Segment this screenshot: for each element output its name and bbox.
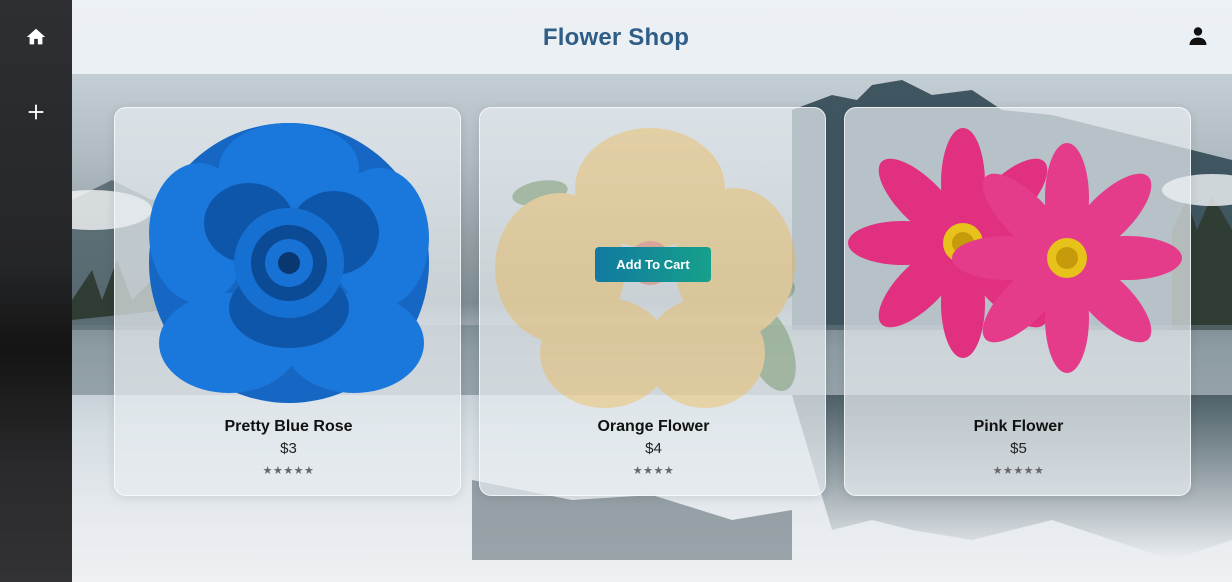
product-rating: ★★★★ (632, 464, 675, 477)
product-price: $3 (280, 440, 297, 457)
product-card[interactable]: Pink Flower $5 ★★★★★ (844, 107, 1191, 496)
product-name: Pink Flower (973, 418, 1064, 435)
product-rating: ★★★★★ (992, 464, 1045, 477)
header: Flower Shop (72, 0, 1232, 74)
product-name: Pretty Blue Rose (224, 418, 353, 435)
sidebar (0, 0, 72, 582)
pink-flower-image (848, 128, 1182, 373)
product-price: $5 (1010, 440, 1027, 457)
profile-button[interactable] (1186, 24, 1210, 48)
add-to-cart-button[interactable]: Add To Cart (595, 247, 711, 282)
page-title: Flower Shop (542, 24, 690, 51)
blue-rose-image (149, 123, 429, 403)
product-card[interactable]: Pretty Blue Rose $3 ★★★★★ (114, 107, 461, 496)
home-button[interactable] (18, 19, 54, 55)
product-price: $4 (645, 440, 662, 457)
product-card[interactable]: Add To Cart Orange Flower $4 ★★★★ (479, 107, 826, 496)
add-button[interactable] (18, 94, 54, 130)
person-icon (1189, 27, 1207, 45)
product-name: Orange Flower (597, 418, 710, 435)
product-rating: ★★★★★ (262, 464, 315, 477)
home-icon (26, 28, 46, 45)
plus-icon (28, 104, 44, 120)
